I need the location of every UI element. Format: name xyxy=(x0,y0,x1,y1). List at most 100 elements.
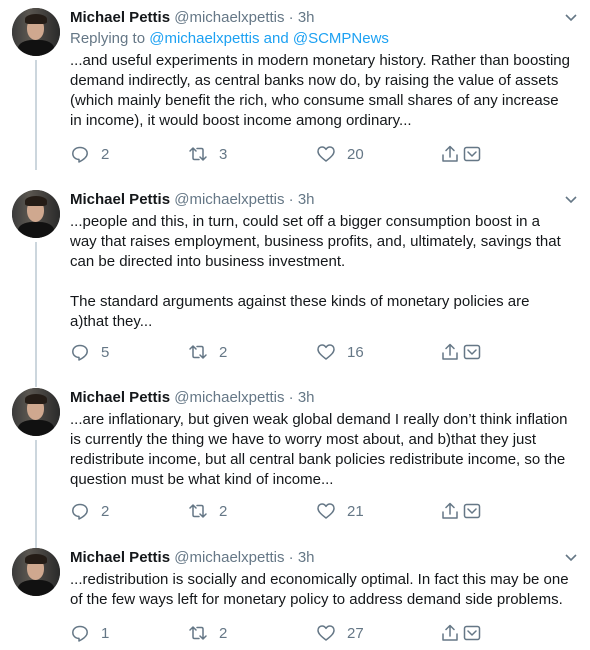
like-button[interactable]: 16 xyxy=(316,342,364,362)
like-button[interactable]: 27 xyxy=(316,623,364,643)
tweet-actions: 5 2 16 xyxy=(70,342,490,362)
tweet[interactable]: Michael Pettis @michaelxpettis · 3h ...a… xyxy=(0,388,590,550)
tweet[interactable]: Michael Pettis @michaelxpettis · 3h Repl… xyxy=(0,8,590,170)
reply-count: 5 xyxy=(101,343,110,361)
avatar[interactable] xyxy=(12,8,60,56)
retweet-icon xyxy=(189,626,207,640)
tweet-actions: 1 2 27 xyxy=(70,623,490,643)
like-count: 20 xyxy=(347,145,364,163)
author-name[interactable]: Michael Pettis xyxy=(70,389,170,406)
tweet[interactable]: Michael Pettis @michaelxpettis · 3h ...r… xyxy=(0,548,590,648)
dm-icon xyxy=(463,146,481,162)
share-button[interactable] xyxy=(440,342,460,362)
chevron-down-icon[interactable] xyxy=(564,12,578,24)
retweet-button[interactable]: 3 xyxy=(188,144,227,164)
separator-dot: · xyxy=(288,389,294,406)
tweet-header: Michael Pettis @michaelxpettis · 3h xyxy=(70,548,315,568)
tweet-text: ...people and this, in turn, could set o… xyxy=(70,212,570,332)
thread-line xyxy=(35,60,37,170)
timestamp[interactable]: 3h xyxy=(298,549,315,566)
share-icon xyxy=(442,624,458,641)
reply-count: 2 xyxy=(101,145,110,163)
retweet-count: 2 xyxy=(219,343,228,361)
share-button[interactable] xyxy=(440,144,460,164)
retweet-button[interactable]: 2 xyxy=(188,501,227,521)
reply-button[interactable]: 2 xyxy=(70,501,109,521)
timestamp[interactable]: 3h xyxy=(298,9,315,26)
avatar[interactable] xyxy=(12,388,60,436)
tweet-text: ...redistribution is socially and econom… xyxy=(70,570,570,610)
reply-icon xyxy=(72,146,88,163)
author-handle[interactable]: @michaelxpettis xyxy=(174,9,284,26)
share-icon xyxy=(442,343,458,360)
author-name[interactable]: Michael Pettis xyxy=(70,9,170,26)
dm-icon xyxy=(463,503,481,519)
dm-button[interactable] xyxy=(462,342,482,362)
tweet-actions: 2 3 20 xyxy=(70,144,490,164)
thread-line xyxy=(35,242,37,387)
author-handle[interactable]: @michaelxpettis xyxy=(174,191,284,208)
dm-button[interactable] xyxy=(462,623,482,643)
separator-dot: · xyxy=(288,9,294,26)
dm-button[interactable] xyxy=(462,501,482,521)
tweet-paragraph: The standard arguments against these kin… xyxy=(70,293,530,330)
retweet-icon xyxy=(189,147,207,161)
reply-count: 1 xyxy=(101,624,110,642)
chevron-down-icon[interactable] xyxy=(564,194,578,206)
like-count: 27 xyxy=(347,624,364,642)
avatar[interactable] xyxy=(12,190,60,238)
retweet-count: 2 xyxy=(219,502,228,520)
share-button[interactable] xyxy=(440,501,460,521)
timestamp[interactable]: 3h xyxy=(298,389,315,406)
like-count: 21 xyxy=(347,502,364,520)
replying-to-users-link[interactable]: @michaelxpettis and @SCMPNews xyxy=(149,30,389,47)
retweet-count: 2 xyxy=(219,624,228,642)
heart-icon xyxy=(317,625,335,641)
dm-button[interactable] xyxy=(462,144,482,164)
reply-button[interactable]: 5 xyxy=(70,342,109,362)
retweet-button[interactable]: 2 xyxy=(188,623,227,643)
tweet-paragraph: ...are inflationary, but given weak glob… xyxy=(70,411,568,488)
tweet[interactable]: Michael Pettis @michaelxpettis · 3h ...p… xyxy=(0,190,590,387)
retweet-icon xyxy=(189,504,207,518)
tweet-header: Michael Pettis @michaelxpettis · 3h xyxy=(70,8,315,28)
dm-icon xyxy=(463,625,481,641)
heart-icon xyxy=(317,344,335,360)
avatar[interactable] xyxy=(12,548,60,596)
timestamp[interactable]: 3h xyxy=(298,191,315,208)
tweet-paragraph: ...redistribution is socially and econom… xyxy=(70,571,569,608)
tweet-text: ...and useful experiments in modern mone… xyxy=(70,51,570,131)
like-button[interactable]: 20 xyxy=(316,144,364,164)
reply-button[interactable]: 2 xyxy=(70,144,109,164)
tweet-header: Michael Pettis @michaelxpettis · 3h xyxy=(70,388,315,408)
replying-to: Replying to @michaelxpettis and @SCMPNew… xyxy=(70,29,389,49)
heart-icon xyxy=(317,146,335,162)
like-count: 16 xyxy=(347,343,364,361)
retweet-icon xyxy=(189,345,207,359)
tweet-header: Michael Pettis @michaelxpettis · 3h xyxy=(70,190,315,210)
reply-count: 2 xyxy=(101,502,110,520)
share-icon xyxy=(442,145,458,162)
dm-icon xyxy=(463,344,481,360)
reply-icon xyxy=(72,503,88,520)
retweet-button[interactable]: 2 xyxy=(188,342,227,362)
chevron-down-icon[interactable] xyxy=(564,552,578,564)
author-name[interactable]: Michael Pettis xyxy=(70,549,170,566)
reply-icon xyxy=(72,625,88,642)
thread-line xyxy=(35,440,37,550)
reply-button[interactable]: 1 xyxy=(70,623,109,643)
author-handle[interactable]: @michaelxpettis xyxy=(174,549,284,566)
replying-to-label: Replying to xyxy=(70,30,150,47)
share-button[interactable] xyxy=(440,623,460,643)
retweet-count: 3 xyxy=(219,145,228,163)
share-icon xyxy=(442,502,458,519)
heart-icon xyxy=(317,503,335,519)
separator-dot: · xyxy=(288,191,294,208)
like-button[interactable]: 21 xyxy=(316,501,364,521)
tweet-actions: 2 2 21 xyxy=(70,501,490,521)
tweet-text: ...are inflationary, but given weak glob… xyxy=(70,410,570,490)
tweet-paragraph: ...people and this, in turn, could set o… xyxy=(70,213,561,270)
author-name[interactable]: Michael Pettis xyxy=(70,191,170,208)
reply-icon xyxy=(72,344,88,361)
author-handle[interactable]: @michaelxpettis xyxy=(174,389,284,406)
